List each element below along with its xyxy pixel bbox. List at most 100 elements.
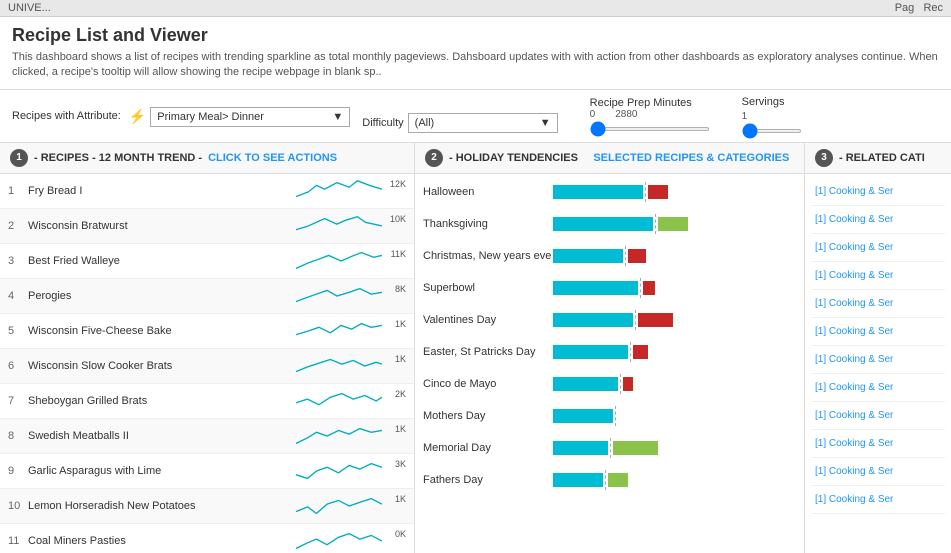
bar-blue [553,441,608,455]
recipe-name: Wisconsin Slow Cooker Brats [28,360,296,372]
related-row[interactable]: [1] Cooking & Ser [811,178,945,206]
panel-1-action[interactable]: CLICK TO SEE ACTIONS [208,152,337,164]
recipe-row[interactable]: 1 Fry Bread I 12K [0,174,414,209]
prep-max-value: 2880 [615,109,637,120]
recipe-row[interactable]: 3 Best Fried Walleye 11K [0,244,414,279]
bar-container [553,342,796,362]
holiday-name: Thanksgiving [423,218,553,230]
recipe-row[interactable]: 10 Lemon Horseradish New Potatoes 1K [0,489,414,524]
recipe-number: 8 [8,430,28,442]
related-row[interactable]: [1] Cooking & Ser [811,402,945,430]
bar-blue [553,473,603,487]
recipe-number: 3 [8,255,28,267]
recipe-number: 4 [8,290,28,302]
bar-blue [553,185,643,199]
prep-min-slider[interactable] [590,127,710,131]
holiday-row[interactable]: Christmas, New years eve [423,242,796,270]
servings-label: Servings [742,96,802,108]
holiday-name: Superbowl [423,282,553,294]
panel-1-num: 1 [10,149,28,167]
attribute-filter: Recipes with Attribute: ⚡ Primary Meal> … [12,105,350,127]
recipe-row[interactable]: 4 Perogies 8K [0,279,414,314]
holiday-name: Mothers Day [423,410,553,422]
holiday-row[interactable]: Valentines Day [423,306,796,334]
related-row[interactable]: [1] Cooking & Ser [811,290,945,318]
top-bar: UNIVE... Pag Rec [0,0,951,17]
bar-blue [553,249,623,263]
sparkline: 2K [296,387,406,415]
recipe-number: 9 [8,465,28,477]
servings-slider[interactable] [742,129,802,133]
holiday-name: Fathers Day [423,474,553,486]
recipe-row[interactable]: 8 Swedish Meatballs II 1K [0,419,414,454]
sparkline: 1K [296,352,406,380]
recipe-row[interactable]: 11 Coal Miners Pasties 0K [0,524,414,553]
recipe-row[interactable]: 2 Wisconsin Bratwurst 10K [0,209,414,244]
bar-red [633,345,648,359]
related-row[interactable]: [1] Cooking & Ser [811,458,945,486]
page-description: This dashboard shows a list of recipes w… [12,50,939,81]
holiday-name: Easter, St Patricks Day [423,346,553,358]
difficulty-label: Difficulty [362,117,403,129]
recipe-row[interactable]: 9 Garlic Asparagus with Lime 3K [0,454,414,489]
recipe-number: 10 [8,500,28,512]
panel-3-num: 3 [815,149,833,167]
difficulty-filter: Difficulty (All) ▼ [362,113,557,133]
holiday-row[interactable]: Halloween [423,178,796,206]
prep-minutes-section: Recipe Prep Minutes 0 2880 [590,97,710,134]
recipe-name: Fry Bread I [28,185,296,197]
related-row[interactable]: [1] Cooking & Ser [811,430,945,458]
page-title: Recipe List and Viewer [12,25,939,46]
related-row[interactable]: [1] Cooking & Ser [811,318,945,346]
top-bar-left: UNIVE... [8,2,51,14]
attribute-select[interactable]: Primary Meal> Dinner ▼ [150,107,350,127]
holiday-row[interactable]: Memorial Day [423,434,796,462]
panel-3-title: - RELATED CATI [839,152,925,164]
prep-label: Recipe Prep Minutes [590,97,710,109]
holiday-row[interactable]: Mothers Day [423,402,796,430]
related-row[interactable]: [1] Cooking & Ser [811,234,945,262]
holiday-row[interactable]: Fathers Day [423,466,796,494]
bar-blue [553,409,613,423]
related-row[interactable]: [1] Cooking & Ser [811,374,945,402]
panel-2-title-static: - HOLIDAY TENDENCIES [449,152,578,164]
recipe-name: Garlic Asparagus with Lime [28,465,296,477]
related-row[interactable]: [1] Cooking & Ser [811,346,945,374]
holiday-name: Cinco de Mayo [423,378,553,390]
dashboard-header: Recipe List and Viewer This dashboard sh… [0,17,951,90]
difficulty-select[interactable]: (All) ▼ [408,113,558,133]
recipe-row[interactable]: 7 Sheboygan Grilled Brats 2K [0,384,414,419]
bar-container [553,374,796,394]
bar-container [553,278,796,298]
sparkline: 0K [296,527,406,553]
related-row[interactable]: [1] Cooking & Ser [811,206,945,234]
sparkline: 1K [296,422,406,450]
related-row[interactable]: [1] Cooking & Ser [811,262,945,290]
attribute-label: Recipes with Attribute: [12,110,121,122]
recipe-name: Best Fried Walleye [28,255,296,267]
recipe-row[interactable]: 5 Wisconsin Five-Cheese Bake 1K [0,314,414,349]
holiday-row[interactable]: Easter, St Patricks Day [423,338,796,366]
holiday-row[interactable]: Superbowl [423,274,796,302]
related-row[interactable]: [1] Cooking & Ser [811,486,945,514]
recipe-name: Wisconsin Bratwurst [28,220,296,232]
filter-icon[interactable]: ⚡ [129,108,146,125]
sparkline: 1K [296,317,406,345]
related-list: [1] Cooking & Ser[1] Cooking & Ser[1] Co… [805,174,951,553]
bar-red [623,377,633,391]
bar-container [553,182,796,202]
bar-green [608,473,628,487]
recipes-panel: 1 - RECIPES - 12 MONTH TREND - CLICK TO … [0,143,415,553]
main-content: 1 - RECIPES - 12 MONTH TREND - CLICK TO … [0,143,951,553]
panel-2-action[interactable]: SELECTED RECIPES & CATEGORIES [593,152,789,164]
holiday-name: Christmas, New years eve [423,250,553,262]
recipe-row[interactable]: 6 Wisconsin Slow Cooker Brats 1K [0,349,414,384]
recipe-name: Sheboygan Grilled Brats [28,395,296,407]
holiday-row[interactable]: Thanksgiving [423,210,796,238]
bar-container [553,406,796,426]
recipe-number: 7 [8,395,28,407]
bar-container [553,246,796,266]
servings-section: Servings 1 [742,96,802,136]
holiday-row[interactable]: Cinco de Mayo [423,370,796,398]
recipe-name: Swedish Meatballs II [28,430,296,442]
